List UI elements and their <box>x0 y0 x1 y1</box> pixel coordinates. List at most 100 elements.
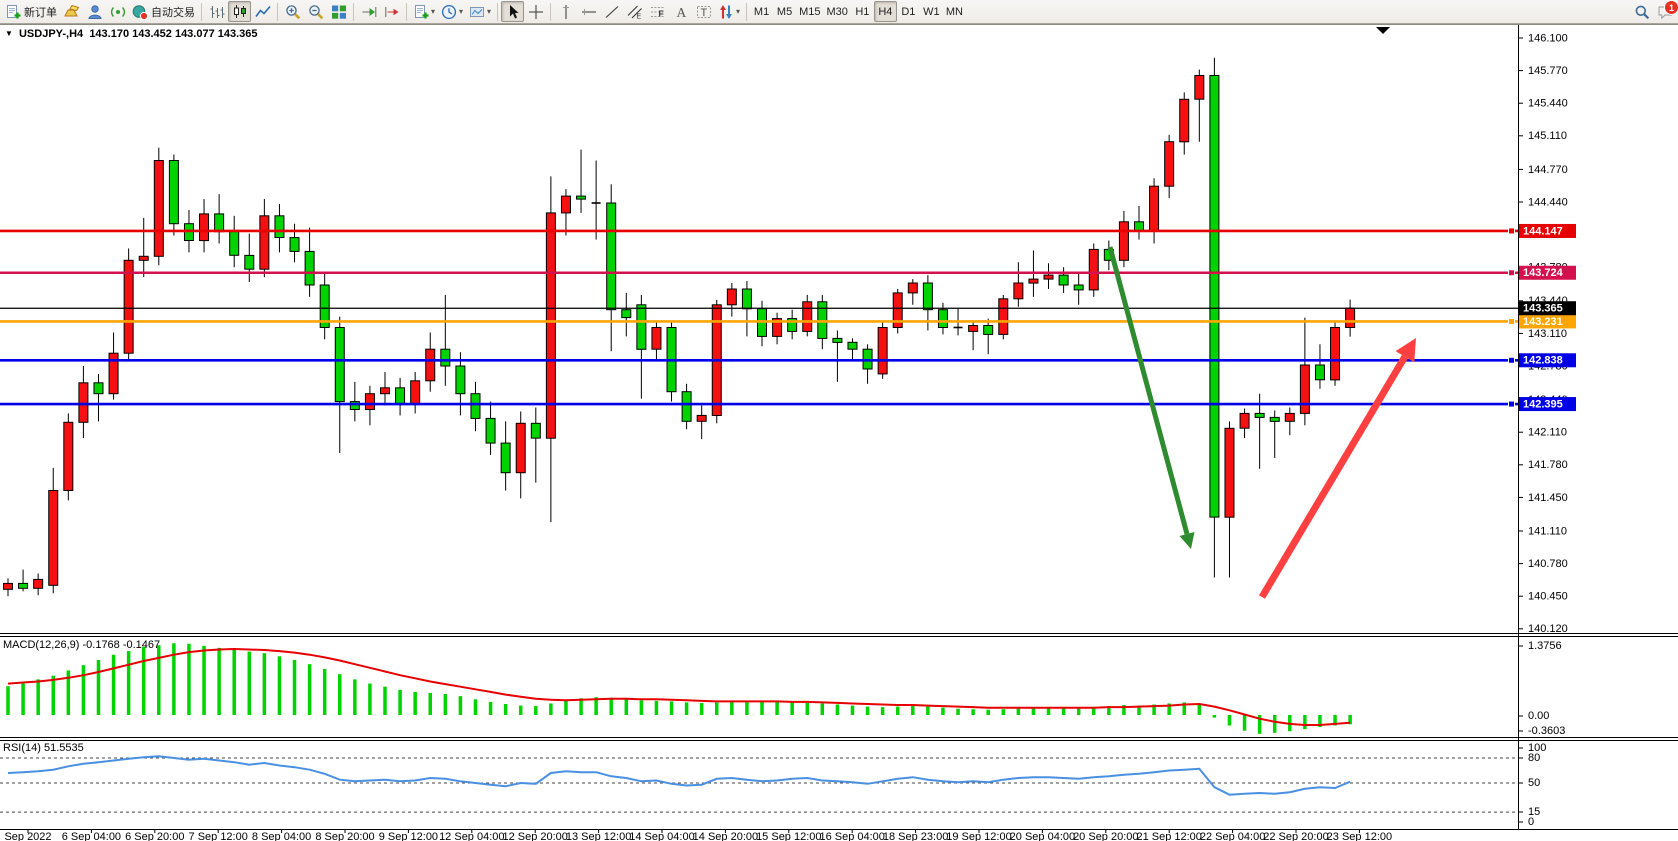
zoom-in-button[interactable] <box>281 1 304 22</box>
candle <box>124 260 133 353</box>
tile-windows-button[interactable] <box>327 1 350 22</box>
signals-button[interactable] <box>106 1 129 22</box>
tf-m30[interactable]: M30 <box>823 1 850 22</box>
time-tick-label: 19 Sep 12:00 <box>946 831 1011 841</box>
candle <box>818 302 827 339</box>
time-tick-label: 6 Sep 20:00 <box>125 831 184 841</box>
candle <box>290 238 299 252</box>
notification-badge: 1 <box>1664 0 1678 15</box>
tf-m5[interactable]: M5 <box>773 1 796 22</box>
hline-button[interactable] <box>577 1 600 22</box>
hline-icon <box>581 4 597 20</box>
notifications-button[interactable]: 1 <box>1653 1 1676 22</box>
price-tick-label: 144.440 <box>1528 196 1568 208</box>
auto-trading-button[interactable]: 自动交易 <box>129 1 198 22</box>
time-tick-label: 12 Sep 20:00 <box>502 831 567 841</box>
candle <box>1029 279 1038 283</box>
chart-collapse-icon[interactable]: ▼ <box>5 29 13 38</box>
chart-area[interactable]: 146.100145.770145.440145.110144.770144.4… <box>0 0 1678 841</box>
channel-button[interactable]: E <box>623 1 646 22</box>
line-handle[interactable] <box>1509 228 1515 234</box>
community-button[interactable] <box>83 1 106 22</box>
price-badge-143.231: 143.231 <box>1519 314 1576 328</box>
search-button[interactable] <box>1630 1 1653 22</box>
label-button[interactable]: T <box>692 1 715 22</box>
line-handle[interactable] <box>1509 270 1515 276</box>
time-tick-label: 18 Sep 23:00 <box>883 831 948 841</box>
candle <box>441 349 450 366</box>
time-tick-label: 14 Sep 04:00 <box>629 831 694 841</box>
templates-button[interactable]: ▾ <box>466 1 494 22</box>
svg-text:F: F <box>658 8 663 18</box>
zoom-out-button[interactable] <box>304 1 327 22</box>
candle <box>365 394 374 410</box>
line-chart-button[interactable] <box>251 1 274 22</box>
line-handle[interactable] <box>1509 357 1515 363</box>
chart-shift-marker[interactable] <box>1376 27 1390 34</box>
time-tick-label: 16 Sep 04:00 <box>819 831 884 841</box>
candle <box>1315 365 1324 380</box>
time-tick-label: 9 Sep 12:00 <box>379 831 438 841</box>
candle <box>486 418 495 443</box>
candle <box>34 579 43 588</box>
tf-m15[interactable]: M15 <box>796 1 823 22</box>
candle <box>335 328 344 402</box>
search-icon <box>1634 4 1650 20</box>
chevron-down-icon: ▾ <box>736 7 740 16</box>
zoom-in-icon <box>285 4 301 20</box>
crosshair-button[interactable] <box>524 1 547 22</box>
svg-text:T: T <box>700 7 707 19</box>
auto-scroll-button[interactable] <box>357 1 380 22</box>
candle <box>682 392 691 422</box>
candle <box>908 283 917 293</box>
price-badge-142.838: 142.838 <box>1519 353 1576 367</box>
zoom-out-icon <box>308 4 324 20</box>
tf-mn[interactable]: MN <box>943 1 966 22</box>
text-button[interactable]: A <box>669 1 692 22</box>
candle <box>154 161 163 257</box>
vline-button[interactable] <box>554 1 577 22</box>
shapes-button[interactable]: ▾ <box>715 1 743 22</box>
gold-button[interactable] <box>60 1 83 22</box>
line-handle[interactable] <box>1509 318 1515 324</box>
down-arrow[interactable] <box>1110 247 1194 549</box>
tf-w1[interactable]: W1 <box>920 1 943 22</box>
tf-d1[interactable]: D1 <box>897 1 920 22</box>
new-order-button[interactable]: 新订单 <box>2 1 60 22</box>
time-tick-label: 6 Sep 04:00 <box>62 831 121 841</box>
rsi-scale-label: 80 <box>1528 752 1540 764</box>
candle <box>984 326 993 335</box>
candle <box>1135 222 1144 231</box>
bar-chart-button[interactable] <box>205 1 228 22</box>
time-tick-label: 23 Sep 12:00 <box>1327 831 1392 841</box>
cursor-button[interactable] <box>501 1 524 22</box>
candle <box>1240 413 1249 428</box>
chevron-down-icon: ▾ <box>459 7 463 16</box>
new-chart-button[interactable]: ▾ <box>410 1 438 22</box>
candlestick-button[interactable] <box>228 1 251 22</box>
svg-text:A: A <box>676 5 686 20</box>
line-handle[interactable] <box>1509 401 1515 407</box>
new-order-icon <box>5 4 21 20</box>
chart-shift-button[interactable] <box>380 1 403 22</box>
candle <box>803 302 812 332</box>
candle <box>200 214 209 241</box>
tf-h4[interactable]: H4 <box>874 1 897 22</box>
label-icon: T <box>696 4 712 20</box>
rsi-scale-label: 50 <box>1528 777 1540 789</box>
tf-m1[interactable]: M1 <box>750 1 773 22</box>
periods-button[interactable]: ▾ <box>438 1 466 22</box>
fibonacci-button[interactable]: F <box>646 1 669 22</box>
svg-text:E: E <box>636 13 641 20</box>
chart-shift-icon <box>384 4 400 20</box>
signals-icon <box>110 4 126 20</box>
candle <box>396 388 405 404</box>
candle <box>727 289 736 305</box>
candle <box>1225 428 1234 517</box>
time-tick-label: 7 Sep 12:00 <box>189 831 248 841</box>
trendline-button[interactable] <box>600 1 623 22</box>
ohlc-values: 143.170 143.452 143.077 143.365 <box>89 28 257 40</box>
candle <box>561 196 570 213</box>
tf-h1[interactable]: H1 <box>851 1 874 22</box>
candle <box>49 491 58 586</box>
